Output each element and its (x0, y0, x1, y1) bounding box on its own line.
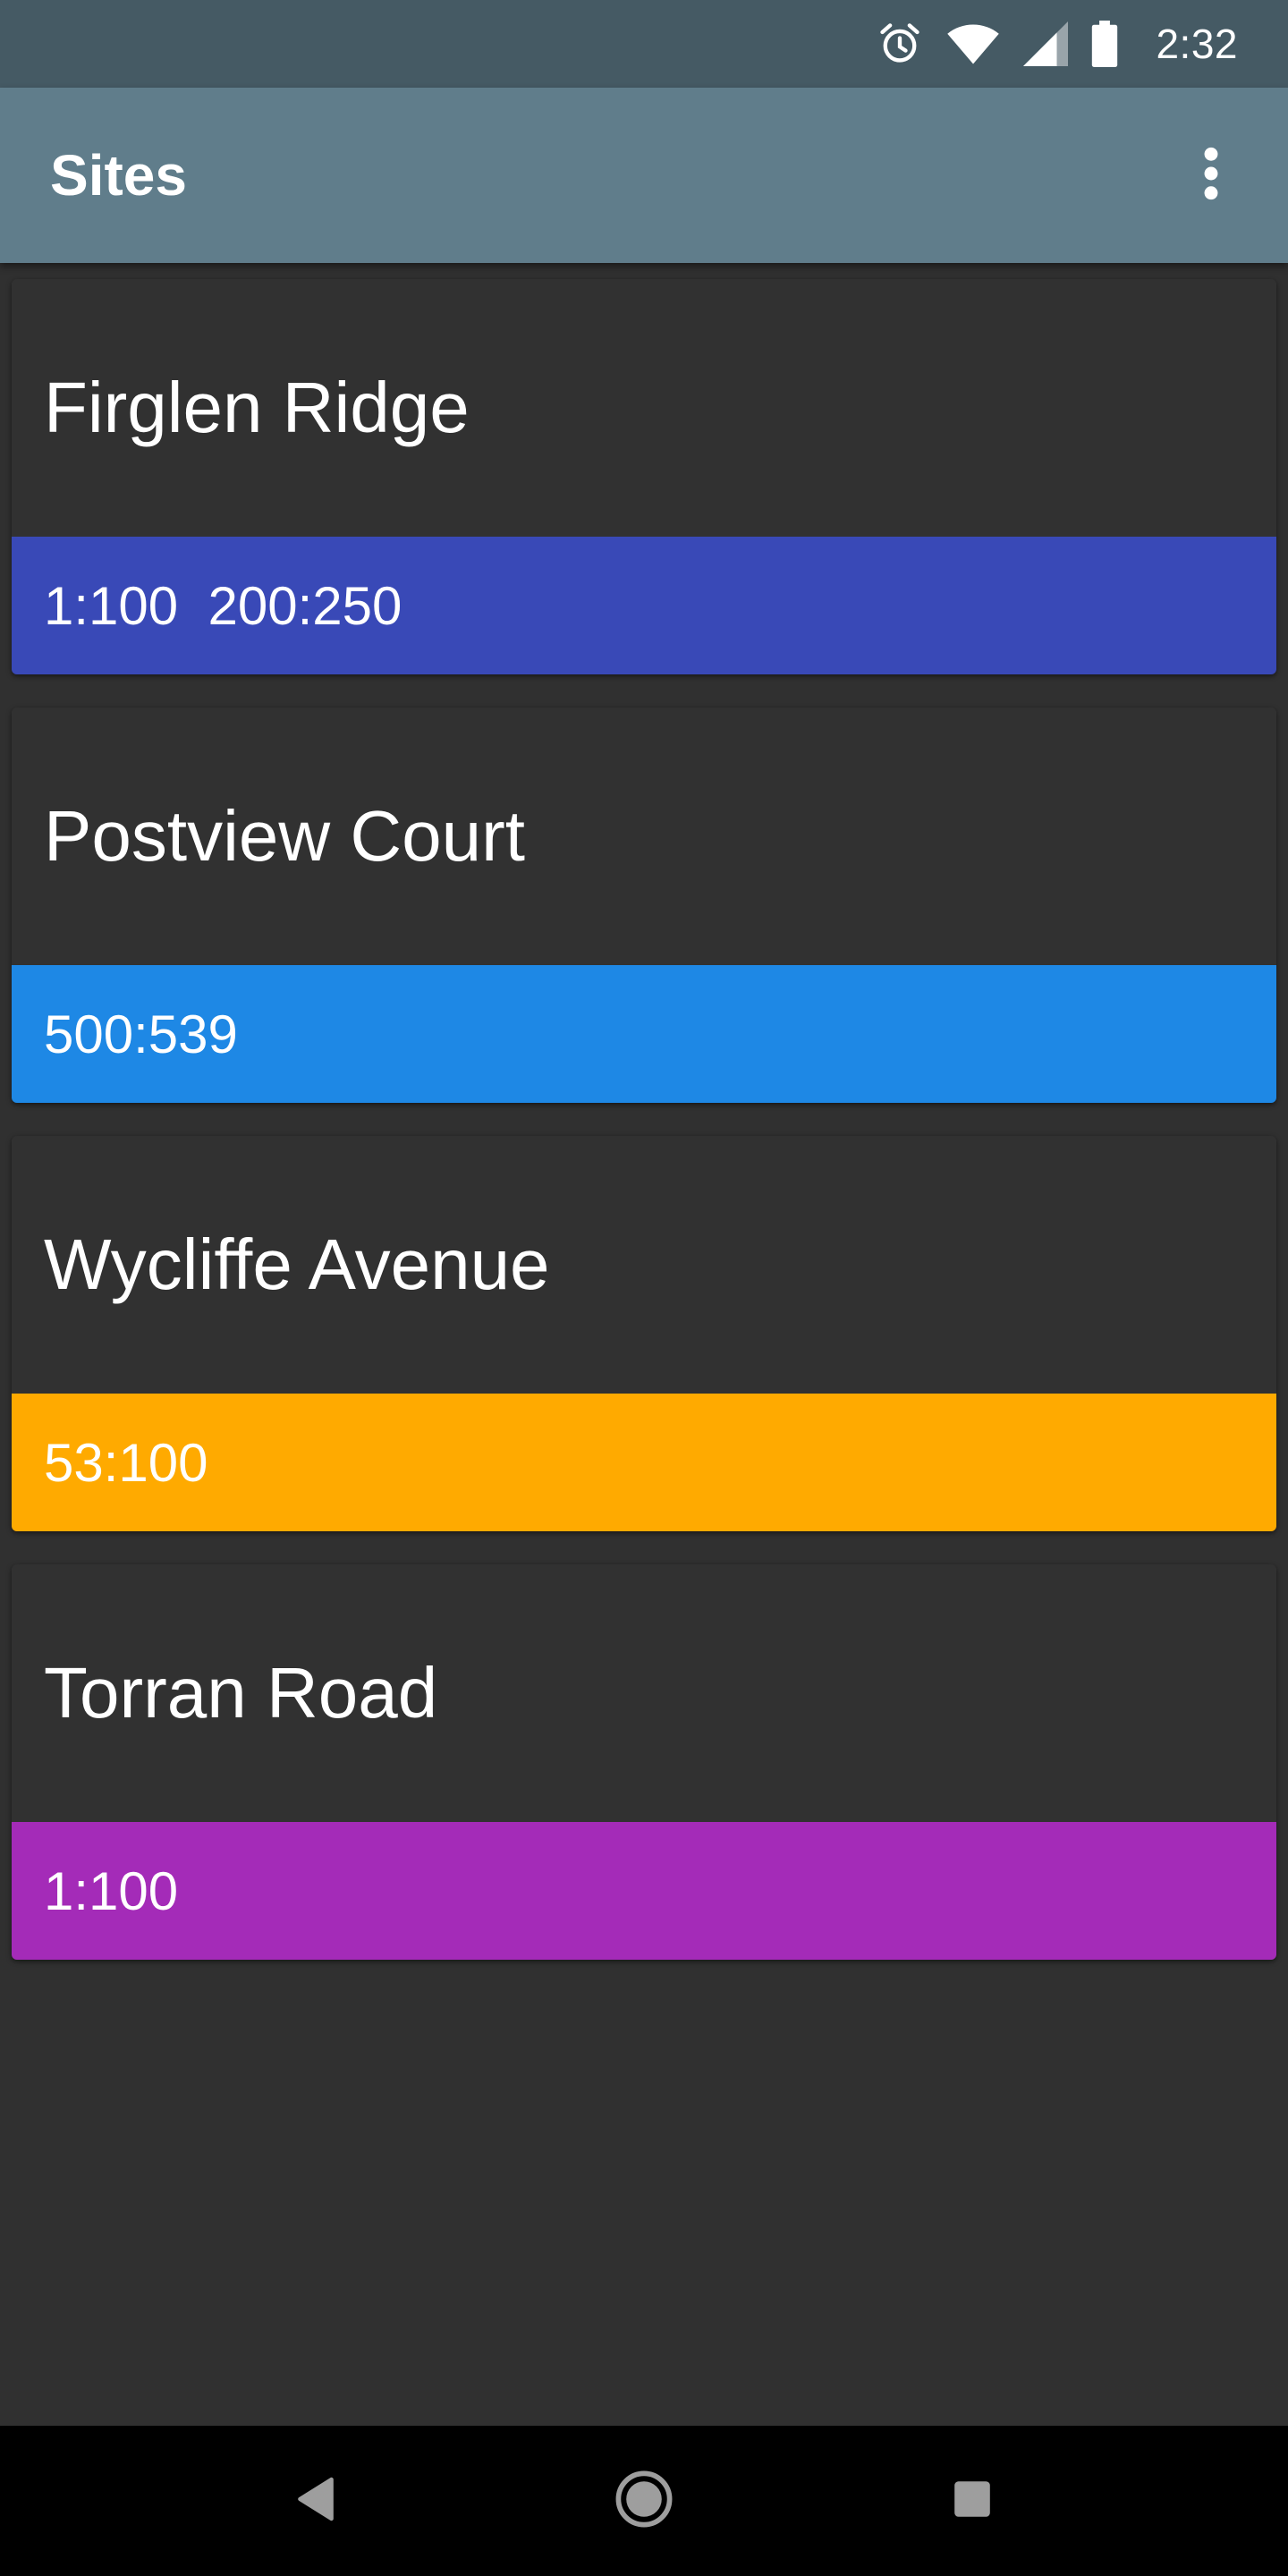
site-card-torran-road[interactable]: Torran Road 1:100 (12, 1564, 1276, 1960)
site-card-header: Wycliffe Avenue (12, 1136, 1276, 1394)
site-ranges: 1:100 200:250 (44, 575, 402, 636)
wifi-icon (946, 21, 1000, 67)
site-name: Firglen Ridge (44, 368, 470, 447)
site-range-strip: 53:100 (12, 1394, 1276, 1531)
site-range-strip: 1:100 200:250 (12, 537, 1276, 674)
overflow-menu-button[interactable] (1166, 131, 1256, 220)
site-name: Torran Road (44, 1653, 438, 1733)
site-card-wycliffe-avenue[interactable]: Wycliffe Avenue 53:100 (12, 1136, 1276, 1531)
back-button[interactable] (267, 2452, 365, 2550)
home-button[interactable] (595, 2452, 693, 2550)
site-ranges: 1:100 (44, 1860, 179, 1921)
site-range-strip: 500:539 (12, 965, 1276, 1103)
app-bar: Sites (0, 88, 1288, 263)
page-title: Sites (50, 143, 187, 208)
site-card-postview-court[interactable]: Postview Court 500:539 (12, 708, 1276, 1103)
site-ranges: 53:100 (44, 1432, 208, 1493)
site-list: Firglen Ridge 1:100 200:250 Postview Cou… (12, 279, 1276, 1993)
site-card-header: Torran Road (12, 1564, 1276, 1823)
site-range-strip: 1:100 (12, 1822, 1276, 1960)
site-card-header: Postview Court (12, 708, 1276, 966)
more-vert-icon (1202, 146, 1220, 206)
status-time: 2:32 (1156, 21, 1238, 67)
recents-icon (953, 2479, 992, 2523)
status-bar: 2:32 (0, 0, 1288, 88)
recents-button[interactable] (923, 2452, 1021, 2550)
site-card-header: Firglen Ridge (12, 279, 1276, 538)
site-name: Postview Court (44, 796, 525, 876)
alarm-icon (877, 21, 923, 67)
navigation-bar (0, 2426, 1288, 2576)
site-card-firglen-ridge[interactable]: Firglen Ridge 1:100 200:250 (12, 279, 1276, 674)
home-icon (614, 2470, 674, 2533)
screen: 2:32 Sites Firglen Ridge 1:100 200:250 P… (0, 0, 1288, 2576)
site-name: Wycliffe Avenue (44, 1224, 550, 1304)
cell-signal-icon (1023, 21, 1069, 66)
battery-icon (1091, 21, 1118, 67)
site-ranges: 500:539 (44, 1004, 238, 1064)
back-icon (296, 2477, 335, 2526)
